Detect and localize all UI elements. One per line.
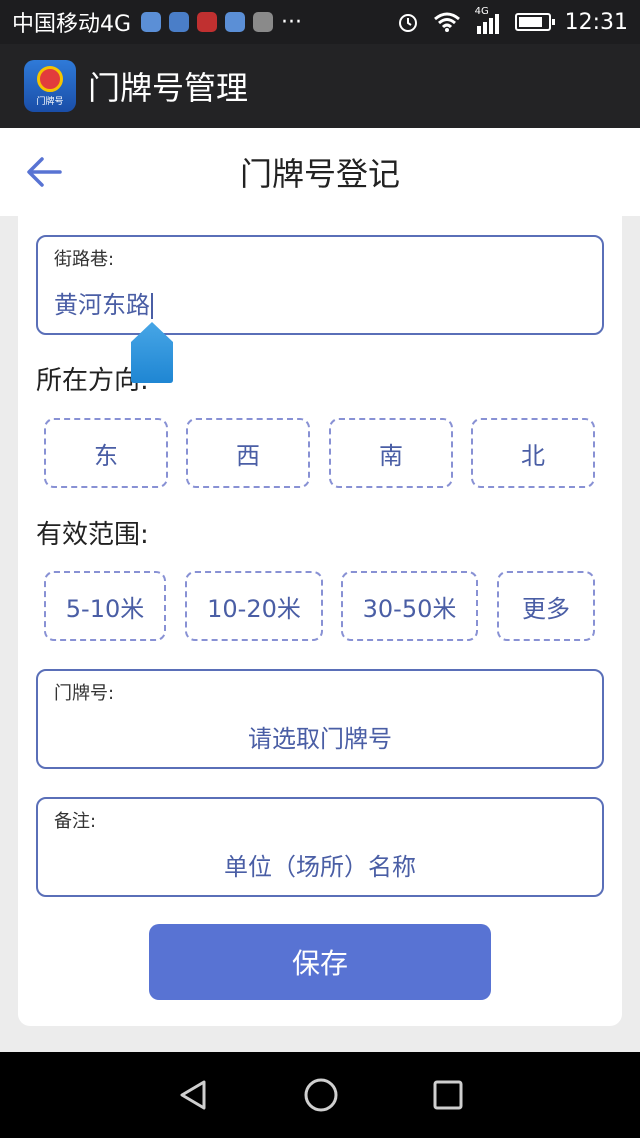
recents-nav-icon[interactable] (432, 1079, 464, 1111)
direction-option-west[interactable]: 西 (186, 418, 310, 488)
back-arrow-icon[interactable] (24, 154, 64, 190)
street-field[interactable]: 街路巷: 黄河东路 (36, 235, 604, 335)
house-number-placeholder: 请选取门牌号 (248, 725, 392, 753)
network-type: 4G (474, 6, 489, 17)
note-field-label: 备注: (54, 811, 97, 832)
street-field-value[interactable]: 黄河东路 (54, 285, 153, 320)
note-field-placeholder: 单位（场所）名称 (224, 853, 416, 881)
back-nav-icon[interactable] (176, 1078, 210, 1112)
range-option-30-50[interactable]: 30-50米 (341, 571, 478, 641)
page-header: 门牌号登记 (0, 128, 640, 216)
map-notification-icon (169, 12, 190, 32)
carrier-label: 中国移动4G (12, 12, 132, 37)
note-field[interactable]: 备注: 单位（场所）名称 (36, 797, 604, 897)
clock: 12:31 (564, 9, 628, 35)
app-notification-icon (141, 12, 162, 32)
status-bar: 中国移动4G ··· 4G 12:31 (0, 0, 640, 44)
notification-icons: ··· (141, 10, 302, 35)
page-title: 门牌号登记 (239, 155, 400, 193)
app-bar: 门牌号 门牌号管理 (0, 44, 640, 128)
save-button[interactable]: 保存 (149, 924, 491, 1000)
signal-icon: 4G (475, 6, 501, 34)
battery-fill (518, 17, 543, 27)
qr-notification-icon (253, 12, 274, 32)
system-nav-bar (0, 1052, 640, 1138)
wifi-icon (433, 12, 460, 32)
range-option-more[interactable]: 更多 (497, 571, 595, 641)
app-notification-icon (197, 12, 218, 32)
street-field-label: 街路巷: (54, 249, 115, 270)
logo-text: 门牌号 (36, 96, 64, 107)
app-notification-icon (225, 12, 246, 32)
home-nav-icon[interactable] (303, 1077, 339, 1113)
more-dots: ··· (281, 9, 303, 35)
range-title: 有效范围: (36, 520, 149, 550)
text-selection-handle-icon[interactable] (128, 320, 176, 384)
app-logo: 门牌号 (24, 60, 76, 112)
app-title: 门牌号管理 (88, 69, 249, 107)
range-option-10-20[interactable]: 10-20米 (185, 571, 323, 641)
direction-option-east[interactable]: 东 (44, 418, 168, 488)
alarm-icon (398, 14, 417, 32)
direction-option-north[interactable]: 北 (471, 418, 595, 488)
direction-option-south[interactable]: 南 (329, 418, 453, 488)
text-caret (151, 293, 153, 319)
police-emblem-icon (37, 65, 63, 92)
range-option-5-10[interactable]: 5-10米 (44, 571, 166, 641)
registration-form: 街路巷: 黄河东路 所在方向: 东 西 南 北 有效范围: 5-10米 10-2… (18, 216, 622, 1026)
house-number-label: 门牌号: (54, 683, 115, 704)
battery-icon (514, 13, 555, 31)
house-number-field[interactable]: 门牌号: 请选取门牌号 (36, 669, 604, 769)
street-value-text: 黄河东路 (54, 291, 150, 319)
